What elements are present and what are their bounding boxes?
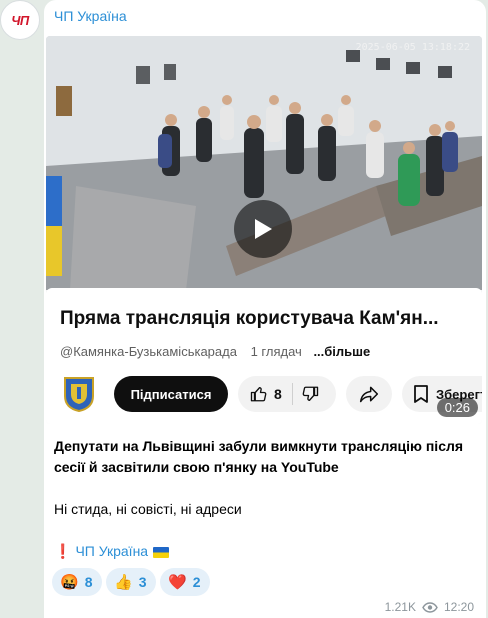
reaction-count: 2	[192, 574, 201, 590]
post-signature[interactable]: ❗ ЧП Україна	[54, 543, 170, 560]
view-count: 1 глядач	[250, 344, 302, 359]
video-overlay-timestamp: 2025-06-05 13:18:22	[355, 42, 470, 53]
channel-name[interactable]: ЧП Україна	[54, 8, 127, 24]
reaction-count: 3	[138, 574, 147, 590]
more-link[interactable]: ...більше	[313, 344, 370, 359]
views-count: 1.21K	[384, 600, 416, 614]
play-button[interactable]	[234, 200, 292, 258]
share-button[interactable]	[346, 376, 392, 412]
like-button[interactable]: 8	[250, 385, 282, 403]
post-headline: Депутати на Львівщині забули вимкнути тр…	[54, 438, 464, 475]
youtube-card: Пряма трансляція користувача Кам'ян... @…	[46, 288, 482, 424]
video-title[interactable]: Пряма трансляція користувача Кам'ян...	[60, 308, 480, 330]
bookmark-icon	[414, 385, 428, 403]
video-duration: 0:26	[436, 398, 478, 417]
thumbs-up-icon	[250, 386, 267, 402]
reaction-count: 8	[84, 574, 93, 590]
reaction-thumbs-up[interactable]: 👍 3	[106, 568, 157, 596]
like-count: 8	[274, 386, 282, 402]
channel-avatar-text: ЧП	[11, 12, 29, 28]
signature-channel-name[interactable]: ЧП Україна	[75, 543, 148, 559]
thumbs-down-icon	[302, 386, 318, 402]
subscribe-button[interactable]: Підписатися	[114, 376, 228, 412]
ukraine-flag-icon	[153, 546, 170, 558]
like-dislike-group: 8	[238, 376, 336, 412]
thumbs-up-emoji-icon: 👍	[114, 573, 133, 591]
channel-logo[interactable]	[62, 374, 96, 412]
channel-avatar[interactable]: ЧП	[0, 0, 40, 40]
like-divider	[291, 383, 293, 405]
eye-icon	[422, 601, 438, 613]
dislike-button[interactable]	[301, 385, 319, 403]
post-paragraph: Ні стида, ні совісті, ні адреси	[54, 501, 242, 517]
reaction-heart[interactable]: ❤️ 2	[160, 568, 211, 596]
video-actions: Підписатися 8 Зберег	[56, 374, 482, 412]
message-footer: 1.21K 12:20	[385, 600, 474, 614]
channel-handle[interactable]: @Камянка-Бузькаміськарада	[60, 344, 237, 359]
message-bubble: ЧП Україна 2025-06-05 13:18:22 Пряма тра…	[44, 0, 486, 618]
message-time: 12:20	[443, 600, 474, 614]
heart-icon: ❤️	[168, 573, 187, 591]
play-icon	[255, 219, 272, 239]
video-meta: @Камянка-Бузькаміськарада 1 глядач ...бі…	[60, 344, 370, 359]
reaction-angry[interactable]: 🤬 8	[52, 568, 103, 596]
video-embed[interactable]: 2025-06-05 13:18:22 Пряма трансляція кор…	[46, 36, 482, 424]
angry-face-icon: 🤬	[60, 573, 79, 591]
share-icon	[359, 386, 379, 403]
exclamation-icon: ❗	[54, 543, 72, 559]
